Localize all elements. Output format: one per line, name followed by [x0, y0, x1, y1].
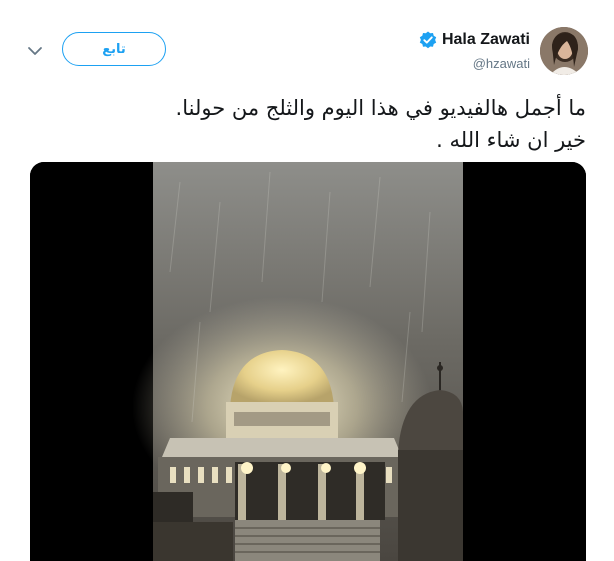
chevron-down-icon[interactable] [24, 40, 46, 62]
user-info: Hala Zawati @hzawati [418, 30, 530, 71]
video-player[interactable] [30, 162, 586, 561]
tweet-text-line: خير ان شاء الله . [436, 128, 586, 152]
tweet-text: ما أجمل هالفيديو في هذا اليوم والثلج من … [26, 92, 586, 156]
profile-avatar[interactable] [540, 27, 588, 75]
user-handle[interactable]: @hzawati [418, 56, 530, 71]
video-frame [30, 162, 586, 561]
display-name[interactable]: Hala Zawati [442, 31, 530, 49]
name-row: Hala Zawati [418, 30, 530, 50]
verified-badge-icon [418, 30, 438, 50]
follow-button[interactable]: تابع [62, 32, 166, 66]
tweet-text-line: ما أجمل هالفيديو في هذا اليوم والثلج من … [175, 96, 586, 120]
